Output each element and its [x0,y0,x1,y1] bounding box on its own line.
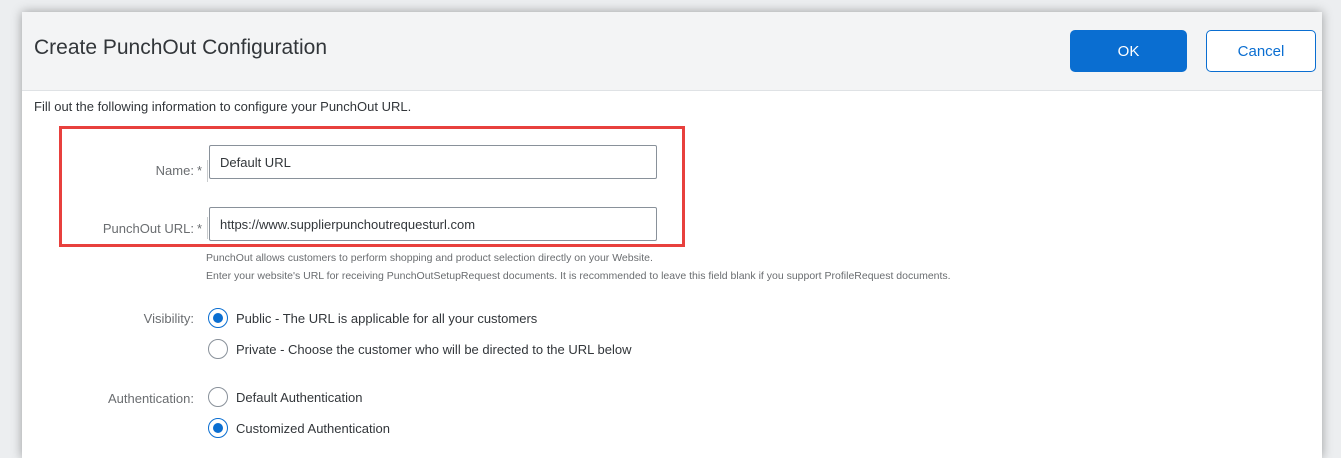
visibility-public-radio[interactable] [208,308,228,328]
authentication-customized-label[interactable]: Customized Authentication [236,421,390,436]
authentication-customized-radio[interactable] [208,418,228,438]
punchout-url-label: PunchOut URL: * [62,221,202,236]
dialog: Create PunchOut Configuration OK Cancel … [22,12,1322,458]
dialog-header: Create PunchOut Configuration OK Cancel [22,12,1322,91]
authentication-default-radio[interactable] [208,387,228,407]
visibility-private-label[interactable]: Private - Choose the customer who will b… [236,342,631,357]
ok-button[interactable]: OK [1070,30,1187,72]
cancel-button[interactable]: Cancel [1206,30,1316,72]
authentication-default-label[interactable]: Default Authentication [236,390,362,405]
required-marker: * [196,163,202,178]
authentication-label: Authentication: [107,391,194,406]
name-label-text: Name: [155,163,194,178]
punchout-url-label-text: PunchOut URL: [102,221,194,236]
punchout-url-input[interactable] [209,207,657,241]
dialog-title: Create PunchOut Configuration [34,36,328,59]
intro-text: Fill out the following information to co… [34,99,412,114]
punchout-help-line1: PunchOut allows customers to perform sho… [206,252,653,264]
name-label: Name: * [62,163,202,178]
required-marker: * [196,221,202,236]
visibility-label: Visibility: [143,311,194,326]
punchout-help-line2: Enter your website's URL for receiving P… [206,270,951,282]
visibility-private-radio[interactable] [208,339,228,359]
label-separator [207,217,208,239]
label-separator [207,160,208,182]
name-input[interactable] [209,145,657,179]
visibility-public-label[interactable]: Public - The URL is applicable for all y… [236,311,537,326]
